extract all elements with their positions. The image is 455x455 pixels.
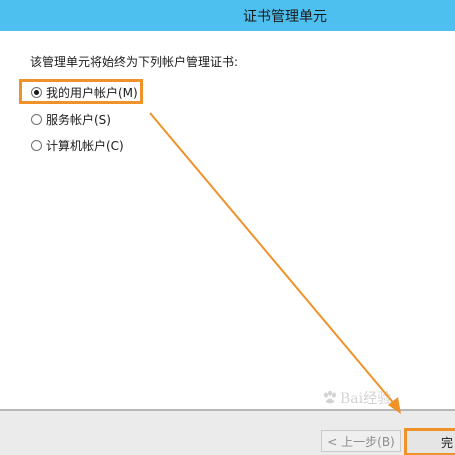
baidu-paw-icon [324,390,336,404]
radio-label-computer-account: 计算机帐户(C) [46,138,124,153]
annotation-highlight-box [19,79,143,104]
radio-button[interactable] [31,139,42,151]
radio-computer-account[interactable]: 计算机帐户(C) [31,137,124,153]
radio-service-account[interactable]: 服务帐户(S) [31,111,111,127]
watermark-text: Bai经验 [340,391,392,407]
radio-button[interactable] [31,113,42,125]
dialog-window: 证书管理单元 该管理单元将始终为下列帐户管理证书: 我的用户帐户(M) 服务帐户… [0,0,455,455]
watermark: Bai经验 [322,388,391,408]
finish-button[interactable]: 完 [404,428,455,455]
title-bar[interactable]: 证书管理单元 [0,0,455,31]
instruction-text: 该管理单元将始终为下列帐户管理证书: [30,55,239,69]
back-button[interactable]: < 上一步(B) [321,430,401,452]
radio-label-service-account: 服务帐户(S) [46,112,111,127]
window-title: 证书管理单元 [243,9,327,25]
